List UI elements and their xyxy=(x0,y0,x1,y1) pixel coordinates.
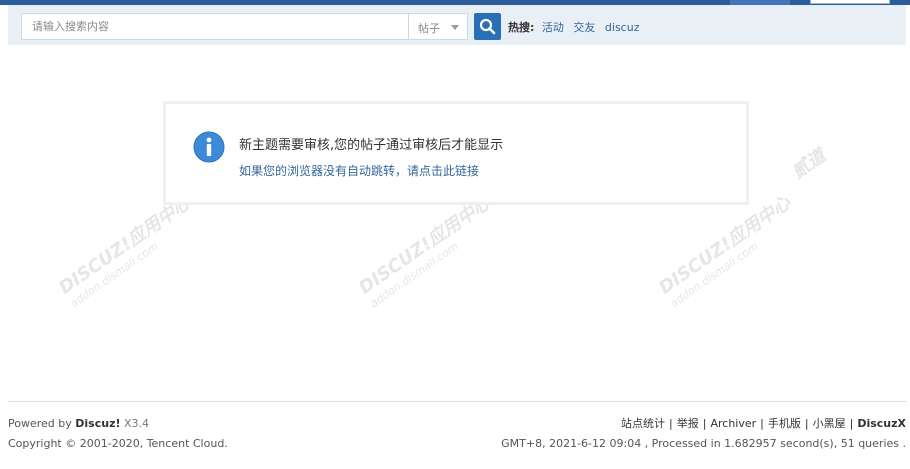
footer-link-archiver[interactable]: Archiver xyxy=(710,417,756,430)
notice-box: 新主题需要审核,您的帖子通过审核后才能显示 如果您的浏览器没有自动跳转，请点击此… xyxy=(163,101,749,205)
powered-prefix: Powered by xyxy=(8,417,72,430)
hot-search: 热搜: 活动 交友 discuz xyxy=(508,19,645,35)
hot-keyword-discuz[interactable]: discuz xyxy=(605,21,640,34)
footer-divider xyxy=(8,401,906,402)
hot-keyword-friends[interactable]: 交友 xyxy=(573,21,595,34)
hot-search-label: 热搜: xyxy=(508,21,535,34)
info-icon xyxy=(193,131,225,163)
search-type-select[interactable]: 帖子 xyxy=(408,13,468,40)
footer-links: 站点统计 | 举报 | Archiver | 手机版 | 小黑屋 | DiscuzX xyxy=(621,417,906,430)
hot-keyword-activity[interactable]: 活动 xyxy=(542,21,564,34)
footer-link-report[interactable]: 举报 xyxy=(677,417,699,430)
search-input[interactable]: 请输入搜索内容 xyxy=(21,13,416,40)
search-type-label: 帖子 xyxy=(418,22,440,35)
footer-link-blacklist[interactable]: 小黑屋 xyxy=(813,417,846,430)
footer-left: Powered by Discuz! X3.4 Copyright © 2001… xyxy=(8,414,228,454)
top-nav-user-box[interactable] xyxy=(810,0,890,4)
footer-link-mobile[interactable]: 手机版 xyxy=(768,417,801,430)
search-button[interactable] xyxy=(474,13,501,40)
watermark: DISCUZ!应用中心 addon.dismall.com xyxy=(355,192,495,311)
watermark: DISCUZ!应用中心 addon.dismall.com xyxy=(655,192,795,311)
watermark: DISCUZ!应用中心 addon.dismall.com xyxy=(55,192,195,311)
footer-right: 站点统计 | 举报 | Archiver | 手机版 | 小黑屋 | DiscuzX GMT+8, … xyxy=(501,414,906,454)
redirect-link[interactable]: 如果您的浏览器没有自动跳转，请点击此链接 xyxy=(239,162,479,179)
footer-link-stats[interactable]: 站点统计 xyxy=(621,417,665,430)
search-icon xyxy=(479,18,496,35)
watermark: 贰道 xyxy=(788,145,830,184)
footer-brand-link[interactable]: DiscuzX xyxy=(857,417,906,430)
search-bar: 请输入搜索内容 帖子 热搜: 活动 交友 discuz xyxy=(8,5,906,45)
footer-stats: GMT+8, 2021-6-12 09:04 , Processed in 1.… xyxy=(501,437,906,450)
version: X3.4 xyxy=(124,417,150,430)
notice-message: 新主题需要审核,您的帖子通过审核后才能显示 xyxy=(239,138,504,153)
powered-brand-link[interactable]: Discuz! xyxy=(75,417,120,430)
chevron-down-icon xyxy=(451,25,459,30)
copyright: Copyright © 2001-2020, Tencent Cloud. xyxy=(8,437,228,450)
